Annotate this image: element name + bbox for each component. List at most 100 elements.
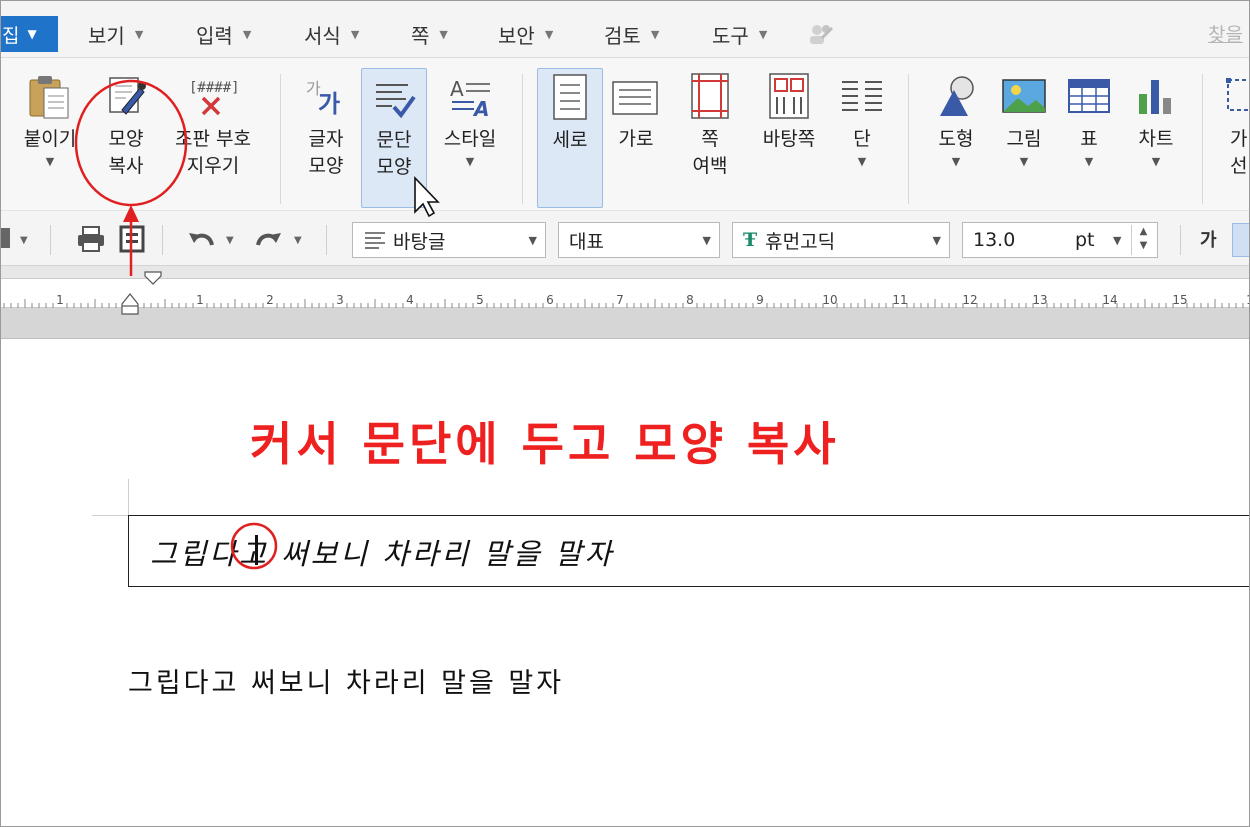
ribbon-separator	[1202, 74, 1203, 204]
chevron-down-icon: ▼	[242, 28, 252, 41]
picture-button[interactable]: 그림 ▼	[994, 68, 1054, 208]
ruler-number: 15	[1172, 293, 1188, 307]
columns-button[interactable]: 단 ▼	[832, 68, 892, 208]
ruler-number: 11	[892, 293, 908, 307]
paragraph-style-value: 바탕글	[393, 230, 446, 253]
toolbar-separator	[162, 225, 163, 255]
users-disabled-icon	[810, 25, 834, 44]
styled-paragraph[interactable]: 그립다고 써보니 차라리 말을 말자	[150, 531, 614, 573]
chevron-down-icon: ▼	[857, 155, 867, 168]
char-shape-quick-button[interactable]: 가	[1200, 225, 1217, 253]
shape-button[interactable]: 도형 ▼	[926, 68, 986, 208]
menu-review[interactable]: 검토 ▼	[604, 20, 659, 49]
portrait-button[interactable]: 세로	[537, 68, 603, 208]
crop-mark	[92, 515, 128, 516]
chevron-down-icon: ▼	[650, 28, 660, 41]
menu-page-label: 쪽	[411, 24, 430, 48]
ruler-number: 8	[686, 293, 694, 307]
style-button[interactable]: A A 스타일 ▼	[436, 68, 504, 208]
menu-security-label: 보안	[498, 24, 535, 48]
toolbar-separator	[1180, 225, 1181, 255]
columns-icon	[836, 68, 888, 126]
ruler-number: 12	[962, 293, 978, 307]
char-shape-icon: 가 가	[300, 68, 352, 126]
chevron-down-icon: ▼	[528, 234, 537, 247]
font-select[interactable]: Ŧ 휴먼고딕 ▼	[732, 222, 950, 258]
chart-label: 차트	[1138, 128, 1174, 150]
chevron-down-icon: ▼	[1151, 155, 1161, 168]
chevron-down-icon: ▼	[27, 27, 37, 41]
master-page-button[interactable]: 바탕쪽	[754, 68, 824, 208]
print-preview-button[interactable]	[118, 225, 146, 253]
clear-control-code-button[interactable]: [####] 조판 부호 지우기	[166, 68, 260, 208]
menu-security[interactable]: 보안 ▼	[498, 20, 553, 49]
style-icon: A A	[444, 68, 496, 126]
menu-page[interactable]: 쪽 ▼	[411, 20, 448, 49]
paragraph-shape-icon	[368, 69, 420, 127]
paragraph-shape-button[interactable]: 문단 모양	[361, 68, 427, 208]
menu-tools-label: 도구	[712, 24, 749, 48]
paste-button[interactable]: 붙이기 ▼	[18, 68, 82, 208]
document-area[interactable]: 커서 문단에 두고 모양 복사 그립다고 써보니 차라리 말을 말자 그립다고 …	[0, 338, 1250, 827]
textbox-button[interactable]: 가 선	[1218, 68, 1250, 208]
menu-insert[interactable]: 입력 ▼	[196, 20, 251, 49]
size-stepper[interactable]: ▲ ▼	[1131, 225, 1155, 255]
chevron-down-icon: ▼	[350, 28, 360, 41]
format-copy-button[interactable]: 모양 복사	[94, 68, 158, 208]
print-button[interactable]	[76, 225, 106, 253]
table-button[interactable]: 표 ▼	[1060, 68, 1118, 208]
char-shape-label: 글자 모양	[308, 128, 344, 177]
ruler-number: 3	[336, 293, 344, 307]
first-line-indent-marker-icon[interactable]	[143, 270, 163, 286]
menu-edit-tab[interactable]: 집 ▼	[0, 16, 58, 52]
format-copy-label: 모양 복사	[108, 128, 144, 177]
page-margin-label: 쪽 여백	[692, 128, 728, 177]
char-shape-button[interactable]: 가 가 글자 모양	[296, 68, 356, 208]
undo-button[interactable]: ▼	[186, 225, 242, 253]
menu-view[interactable]: 보기 ▼	[88, 20, 143, 49]
ruler-number: 9	[756, 293, 764, 307]
textbox-icon	[1218, 68, 1250, 126]
find-field[interactable]: 찾을	[1208, 20, 1243, 47]
landscape-page-icon	[610, 68, 662, 126]
ribbon-separator	[908, 74, 909, 204]
chevron-down-icon: ▼	[544, 28, 554, 41]
svg-text:A: A	[472, 97, 489, 121]
paragraph-style-select[interactable]: 바탕글 ▼	[352, 222, 546, 258]
chevron-down-icon: ▼	[1019, 155, 1029, 168]
redo-button[interactable]: ▼	[252, 225, 308, 253]
annotation-title: 커서 문단에 두고 모양 복사	[250, 417, 840, 471]
ruler-number: 1	[1246, 293, 1250, 307]
bar-chart-icon	[1130, 68, 1182, 126]
paragraph-style-icon	[365, 232, 385, 249]
menu-format[interactable]: 서식 ▼	[304, 20, 359, 49]
menu-tools[interactable]: 도구 ▼	[712, 20, 767, 49]
save-icon: ▼	[0, 228, 28, 248]
landscape-button[interactable]: 가로	[606, 68, 666, 208]
page-margin-button[interactable]: 쪽 여백	[678, 68, 742, 208]
font-size-field[interactable]: 13.0 pt ▼ ▲ ▼	[962, 222, 1158, 258]
save-button[interactable]: ▼	[0, 225, 38, 253]
crop-mark	[128, 479, 129, 515]
ruler-number: 5	[476, 293, 484, 307]
shape-label: 도형	[938, 128, 974, 150]
chevron-down-icon: ▼	[439, 28, 448, 41]
ruler-number: 10	[822, 293, 838, 307]
horizontal-ruler[interactable]: 101234567891011121314151	[0, 266, 1250, 338]
svg-text:▼: ▼	[226, 235, 234, 246]
text-caret	[255, 535, 258, 565]
clipboard-icon	[24, 68, 76, 126]
shapes-icon	[930, 68, 982, 126]
ribbon-separator	[280, 74, 281, 204]
master-page-icon	[763, 68, 815, 126]
left-indent-marker-icon[interactable]	[120, 292, 140, 316]
language-select[interactable]: 대표 ▼	[558, 222, 720, 258]
truetype-font-icon: Ŧ	[743, 229, 758, 251]
menu-review-label: 검토	[604, 24, 641, 48]
chart-button[interactable]: 차트 ▼	[1126, 68, 1186, 208]
chevron-down-icon: ▼	[702, 234, 711, 247]
ruler-number: 1	[196, 293, 204, 307]
plain-paragraph[interactable]: 그립다고 써보니 차라리 말을 말자	[128, 661, 564, 700]
bold-toggle[interactable]	[1232, 223, 1250, 257]
svg-text:[####]: [####]	[189, 80, 239, 96]
